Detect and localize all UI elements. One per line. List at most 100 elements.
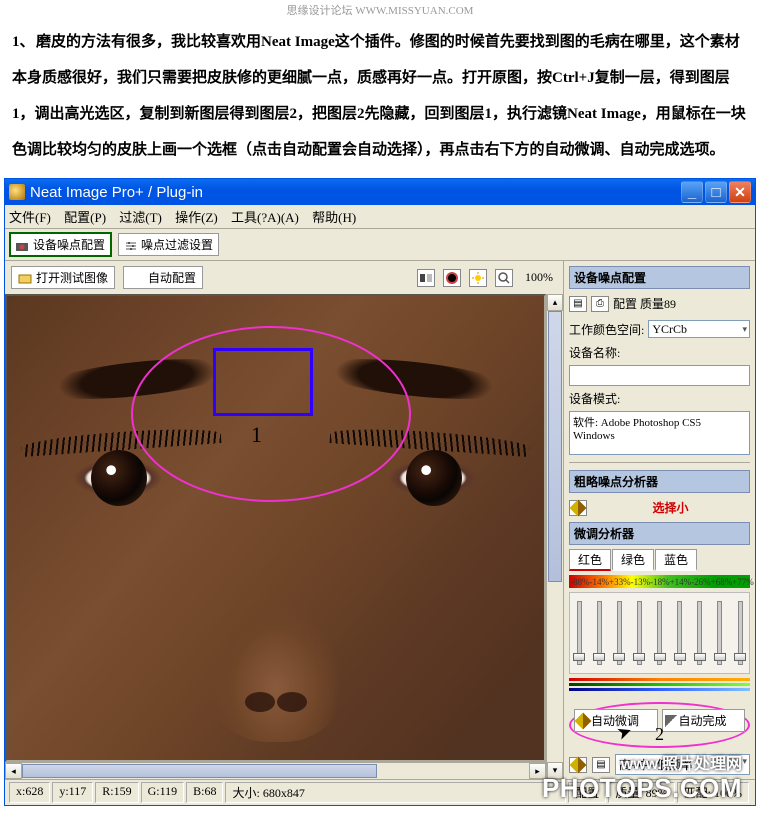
gradient-readout: -88% -14% +33% -13% -18% +14% -26% +68% … bbox=[569, 575, 750, 588]
scroll-v-track[interactable] bbox=[547, 311, 563, 762]
step-body: 磨皮的方法有很多，我比较喜欢用Neat Image这个插件。修图的时候首先要找到… bbox=[12, 34, 746, 158]
tab-blue[interactable]: 蓝色 bbox=[655, 549, 697, 571]
workspace-combo[interactable]: YCrCb bbox=[648, 320, 750, 338]
status-bar: x:628 y:117 R:159 G:119 B:68 大小: 680x847… bbox=[5, 779, 755, 805]
status-y: y:117 bbox=[52, 782, 93, 803]
sliders-icon bbox=[124, 240, 138, 250]
tab-red[interactable]: 红色 bbox=[569, 549, 611, 571]
status-size: 大小: 680x847 bbox=[225, 782, 566, 803]
open-test-image-button[interactable]: 打开测试图像 bbox=[11, 266, 115, 289]
main-tabbar: 设备噪点配置 噪点过滤设置 bbox=[5, 229, 755, 261]
vslider[interactable] bbox=[673, 597, 687, 669]
bar-val: -13% bbox=[631, 577, 651, 587]
status-b: B:68 bbox=[186, 782, 223, 803]
doc-icon[interactable]: ▤ bbox=[569, 296, 587, 312]
rough-warning: 选择小 bbox=[591, 499, 750, 516]
scroll-h-track[interactable] bbox=[22, 763, 529, 779]
scroll-left-button[interactable]: ◂ bbox=[5, 763, 22, 779]
auto-label: 自动配置 bbox=[148, 269, 196, 286]
pencil-icon[interactable] bbox=[569, 500, 587, 516]
vslider[interactable] bbox=[733, 597, 747, 669]
status-g: G:119 bbox=[141, 782, 185, 803]
fine-sliders bbox=[569, 592, 750, 674]
toolbar: 打开测试图像 自动配置 100% bbox=[5, 261, 563, 294]
vslider[interactable] bbox=[592, 597, 606, 669]
config-quality-label: 配置 质量89 bbox=[613, 295, 676, 312]
bar-val: -14% bbox=[590, 577, 610, 587]
vslider[interactable] bbox=[572, 597, 586, 669]
open-label: 打开测试图像 bbox=[36, 269, 108, 286]
wand-icon bbox=[130, 271, 144, 285]
scrollbar-vertical[interactable]: ▴ ▾ bbox=[546, 294, 563, 779]
camera-icon bbox=[16, 240, 30, 250]
close-button[interactable]: ✕ bbox=[729, 181, 751, 203]
status-x: x:628 bbox=[9, 782, 50, 803]
bar-val: -18% bbox=[650, 577, 670, 587]
vslider[interactable] bbox=[713, 597, 727, 669]
status-quality: 质量: 89% bbox=[608, 782, 674, 803]
pencil-icon[interactable] bbox=[569, 757, 587, 773]
auto-complete-button[interactable]: 自动完成 bbox=[662, 709, 746, 732]
rough-analyzer-title: 粗略噪点分析器 bbox=[569, 470, 750, 493]
menu-file[interactable]: 文件(F) bbox=[9, 210, 51, 225]
devicename-input[interactable] bbox=[569, 365, 750, 386]
menu-help[interactable]: 帮助(H) bbox=[312, 210, 356, 225]
color-wheel-icon[interactable] bbox=[443, 269, 461, 287]
compare-icon[interactable] bbox=[417, 269, 435, 287]
titlebar[interactable]: Neat Image Pro+ / Plug-in _ □ ✕ bbox=[5, 179, 755, 205]
disk-icon[interactable]: ⎙ bbox=[591, 296, 609, 312]
workspace-label: 工作颜色空间: bbox=[569, 321, 644, 338]
tab-device-noise[interactable]: 设备噪点配置 bbox=[9, 232, 112, 257]
auto-config-button[interactable]: 自动配置 bbox=[123, 266, 203, 289]
zoom-value: 100% bbox=[521, 270, 557, 285]
vslider[interactable] bbox=[612, 597, 626, 669]
tutorial-step-text: 1、磨皮的方法有很多，我比较喜欢用Neat Image这个插件。修图的时候首先要… bbox=[0, 20, 760, 178]
vslider[interactable] bbox=[632, 597, 646, 669]
annotation-label-1: 1 bbox=[251, 422, 262, 448]
menu-filter[interactable]: 过滤(T) bbox=[119, 210, 162, 225]
bar-val: +77% bbox=[732, 577, 754, 587]
device-noise-panel-title: 设备噪点配置 bbox=[569, 266, 750, 289]
tab-device-label: 设备噪点配置 bbox=[33, 236, 105, 253]
annotation-label-2: 2 bbox=[655, 724, 664, 745]
devicemode-label: 设备模式: bbox=[569, 390, 750, 407]
vslider[interactable] bbox=[653, 597, 667, 669]
page-header-watermark: 思缘设计论坛 WWW.MISSYUAN.COM bbox=[0, 0, 760, 20]
maximize-button[interactable]: □ bbox=[705, 181, 727, 203]
frequency-combo[interactable]: 高+中+低频率 bbox=[615, 754, 750, 775]
scroll-up-button[interactable]: ▴ bbox=[547, 294, 563, 311]
devicemode-value: 软件: Adobe Photoshop CS5 Windows bbox=[569, 411, 750, 455]
scroll-h-thumb[interactable] bbox=[22, 764, 377, 778]
menu-config[interactable]: 配置(P) bbox=[64, 210, 106, 225]
devicename-label: 设备名称: bbox=[569, 344, 750, 361]
window-title: Neat Image Pro+ / Plug-in bbox=[30, 184, 203, 201]
bar-val: -26% bbox=[691, 577, 711, 587]
tab-green[interactable]: 绿色 bbox=[612, 549, 654, 571]
image-canvas[interactable]: 1 bbox=[5, 294, 546, 762]
scroll-v-thumb[interactable] bbox=[548, 311, 562, 582]
menubar: 文件(F) 配置(P) 过滤(T) 操作(Z) 工具(?A)(A) 帮助(H) bbox=[5, 205, 755, 229]
annotation-ellipse-2: 自动微调 自动完成 ➤ 2 bbox=[569, 702, 750, 748]
side-panel: 设备噪点配置 ▤ ⎙ 配置 质量89 工作颜色空间: YCrCb 设备名称: 设… bbox=[563, 261, 755, 779]
bar-val: +14% bbox=[670, 577, 692, 587]
brightness-icon[interactable] bbox=[469, 269, 487, 287]
status-match: 匹配: 100% bbox=[677, 782, 749, 803]
app-icon bbox=[9, 184, 25, 200]
zoom-icon[interactable] bbox=[495, 269, 513, 287]
menu-tool[interactable]: 工具(?A)(A) bbox=[231, 210, 299, 225]
channel-tabs: 红色 绿色 蓝色 bbox=[569, 549, 750, 571]
vslider[interactable] bbox=[693, 597, 707, 669]
bar-val: -88% bbox=[570, 577, 590, 587]
selection-rect[interactable] bbox=[213, 348, 313, 416]
doc-icon[interactable]: ▤ bbox=[592, 757, 610, 773]
rgb-stripes bbox=[569, 678, 750, 696]
menu-operation[interactable]: 操作(Z) bbox=[175, 210, 218, 225]
frequency-value: 高+中+低频率 bbox=[619, 758, 693, 772]
tab-noise-filter[interactable]: 噪点过滤设置 bbox=[118, 233, 219, 256]
workspace-value: YCrCb bbox=[652, 322, 687, 337]
scrollbar-horizontal[interactable]: ◂ ▸ bbox=[5, 762, 546, 779]
minimize-button[interactable]: _ bbox=[681, 181, 703, 203]
scroll-right-button[interactable]: ▸ bbox=[529, 763, 546, 779]
scroll-down-button[interactable]: ▾ bbox=[547, 762, 563, 779]
app-window: Neat Image Pro+ / Plug-in _ □ ✕ 文件(F) 配置… bbox=[4, 178, 756, 806]
